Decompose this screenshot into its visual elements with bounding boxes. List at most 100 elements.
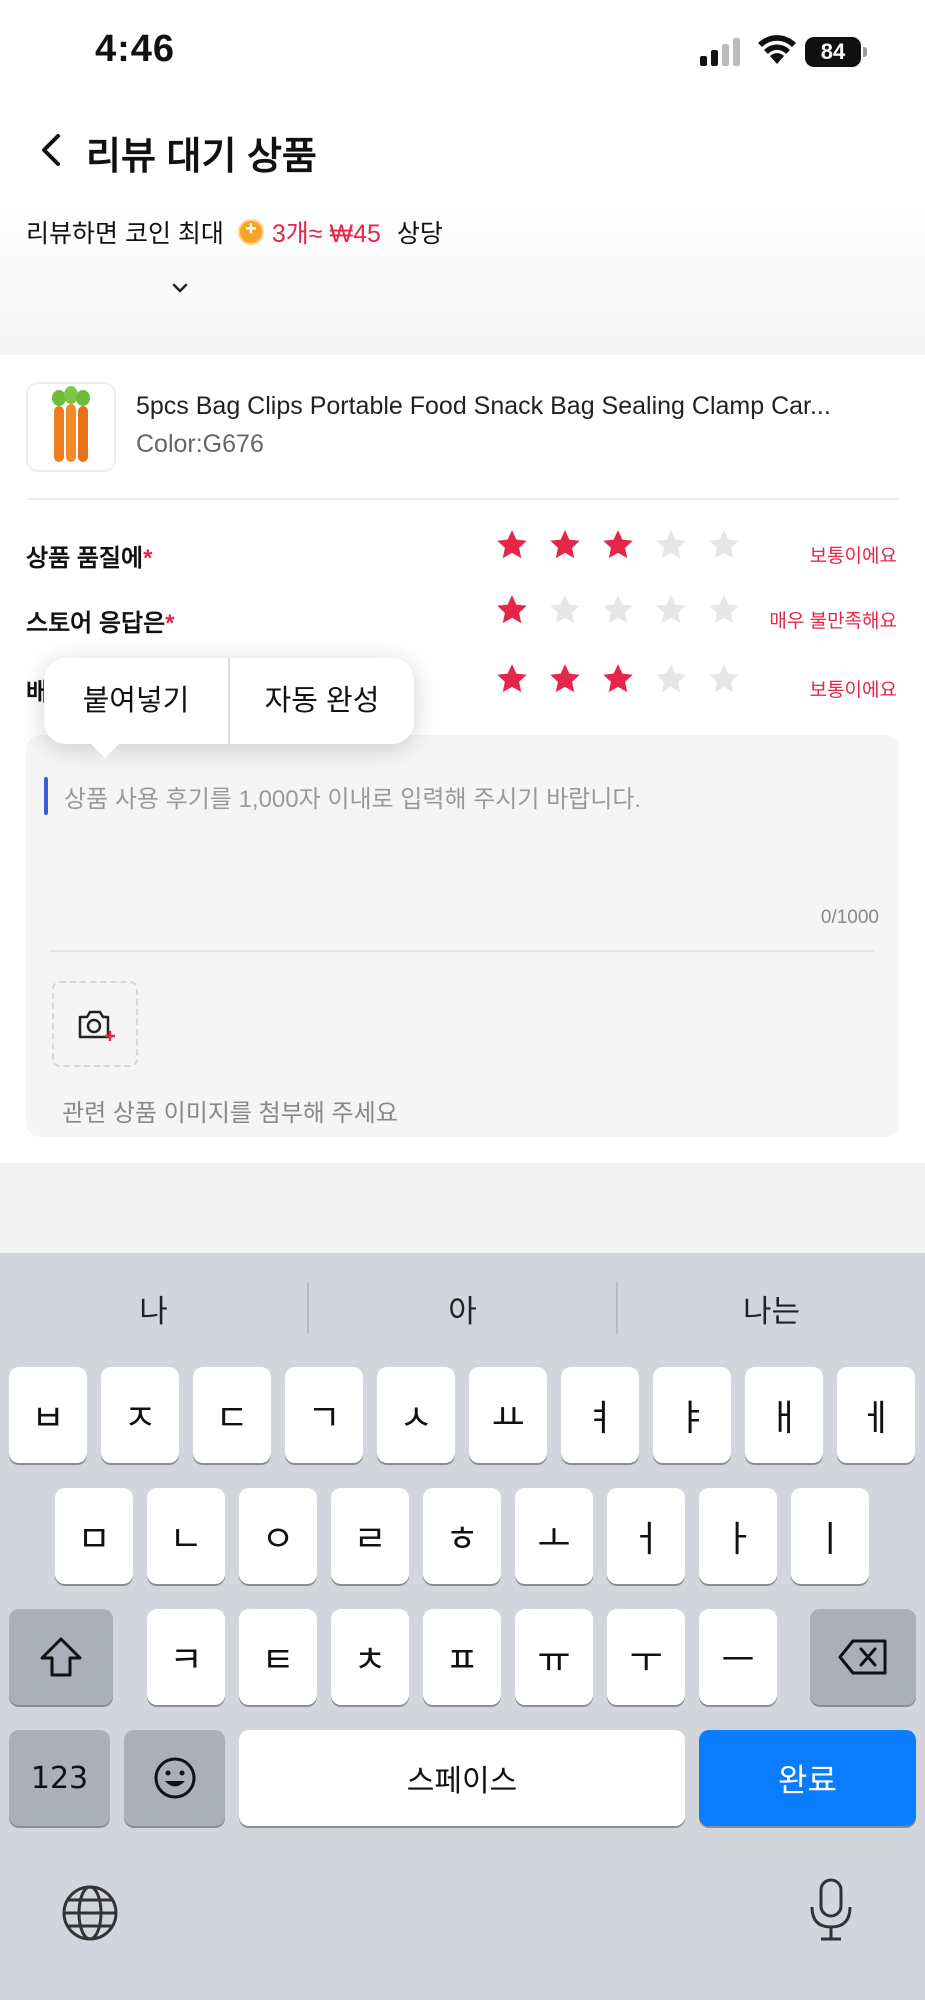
key[interactable]: ㅓ <box>607 1488 685 1584</box>
star-filled-icon[interactable] <box>495 528 529 562</box>
key[interactable]: ㄷ <box>193 1367 271 1463</box>
suggestion-bar: 나 아 나는 <box>0 1253 925 1363</box>
suggestion-item[interactable]: 나 <box>0 1286 307 1331</box>
star-empty-icon[interactable] <box>654 662 688 696</box>
star-filled-icon[interactable] <box>548 662 582 696</box>
camera-icon <box>78 1010 115 1041</box>
rating-text: 보통이에요 <box>809 680 897 701</box>
key[interactable]: ㅐ <box>745 1367 823 1463</box>
key[interactable]: ㄱ <box>285 1367 363 1463</box>
star-filled-icon[interactable] <box>601 662 635 696</box>
product-variant: Color:G676 <box>136 430 264 458</box>
star-filled-icon[interactable] <box>548 528 582 562</box>
globe-icon[interactable] <box>60 1883 120 1943</box>
review-placeholder: 상품 사용 후기를 1,000자 이내로 입력해 주시기 바랍니다. <box>64 786 642 813</box>
star-rating[interactable] <box>495 593 755 637</box>
star-rating[interactable] <box>495 528 755 572</box>
star-empty-icon[interactable] <box>548 593 582 627</box>
key[interactable]: ㅣ <box>791 1488 869 1584</box>
star-filled-icon[interactable] <box>495 662 529 696</box>
microphone-icon[interactable] <box>806 1877 856 1943</box>
add-photo-button[interactable] <box>52 981 138 1067</box>
key[interactable]: ㅕ <box>561 1367 639 1463</box>
suggestion-item[interactable]: 나는 <box>618 1286 925 1331</box>
attach-image-hint: 관련 상품 이미지를 첨부해 주세요 <box>62 1100 398 1127</box>
key[interactable]: ㅇ <box>239 1488 317 1584</box>
key[interactable]: ㅍ <box>423 1609 501 1705</box>
emoji-icon <box>154 1757 195 1799</box>
key[interactable]: ㅏ <box>699 1488 777 1584</box>
key[interactable]: ㅠ <box>515 1609 593 1705</box>
rating-row-store: 스토어 응답은* 매우 불만족해요 <box>0 593 925 643</box>
done-key[interactable]: 완료 <box>699 1730 916 1826</box>
background-band <box>0 1163 925 1253</box>
review-textarea[interactable]: 상품 사용 후기를 1,000자 이내로 입력해 주시기 바랍니다. 0/100… <box>26 735 899 1137</box>
divider <box>50 950 875 952</box>
rating-label: 상품 품질에* <box>26 545 153 572</box>
divider <box>26 498 899 500</box>
suggestion-item[interactable]: 아 <box>309 1286 616 1331</box>
product-title: 5pcs Bag Clips Portable Food Snack Bag S… <box>136 392 831 420</box>
korean-keyboard: 나 아 나는 ㅂ ㅈ ㄷ ㄱ ㅅ ㅛ ㅕ ㅑ ㅐ ㅔ ㅁ ㄴ ㅇ ㄹ ㅎ ㅗ ㅓ… <box>0 1253 925 2000</box>
rating-text: 보통이에요 <box>809 546 897 567</box>
key[interactable]: ㅅ <box>377 1367 455 1463</box>
chevron-down-icon[interactable] <box>170 278 190 298</box>
character-counter: 0/1000 <box>820 907 879 928</box>
text-cursor <box>44 777 48 815</box>
status-bar: 4:46 84 <box>0 0 925 100</box>
key[interactable]: ㅑ <box>653 1367 731 1463</box>
battery-level: 84 <box>805 37 861 67</box>
key[interactable]: ㄴ <box>147 1488 225 1584</box>
star-rating[interactable] <box>495 662 755 706</box>
rating-label: 스토어 응답은* <box>26 610 175 637</box>
key[interactable]: ㅔ <box>837 1367 915 1463</box>
promo-banner: 리뷰하면 코인 최대 3개≈ ₩45 상당 <box>0 200 925 355</box>
key[interactable]: ㄹ <box>331 1488 409 1584</box>
star-filled-icon[interactable] <box>601 528 635 562</box>
header: 리뷰 대기 상품 <box>0 110 925 190</box>
battery-icon: 84 <box>805 37 867 67</box>
emoji-key[interactable] <box>124 1730 225 1826</box>
page-title: 리뷰 대기 상품 <box>86 136 317 178</box>
promo-prefix: 리뷰하면 코인 최대 <box>26 220 224 248</box>
backspace-key[interactable] <box>810 1609 916 1705</box>
star-empty-icon[interactable] <box>707 662 741 696</box>
space-key[interactable]: 스페이스 <box>239 1730 685 1826</box>
star-empty-icon[interactable] <box>654 593 688 627</box>
promo-reward: 3개≈ ₩45 <box>271 220 381 248</box>
promo-suffix: 상당 <box>396 220 443 248</box>
product-thumbnail <box>26 382 116 472</box>
paste-menu-item[interactable]: 붙여넣기 <box>44 658 228 744</box>
key[interactable]: ㅗ <box>515 1488 593 1584</box>
star-empty-icon[interactable] <box>601 593 635 627</box>
shift-key[interactable] <box>9 1609 113 1705</box>
rating-row-quality: 상품 품질에* 보통이에요 <box>0 528 925 578</box>
key[interactable]: ㅌ <box>239 1609 317 1705</box>
star-empty-icon[interactable] <box>707 528 741 562</box>
promo-line: 리뷰하면 코인 최대 3개≈ ₩45 상당 <box>26 214 443 250</box>
backspace-icon <box>838 1639 887 1675</box>
star-filled-icon[interactable] <box>495 593 529 627</box>
numbers-key[interactable]: 123 <box>9 1730 110 1826</box>
key[interactable]: ㅛ <box>469 1367 547 1463</box>
product-row: 5pcs Bag Clips Portable Food Snack Bag S… <box>0 380 925 480</box>
edit-menu-popup: 붙여넣기 자동 완성 <box>44 658 414 758</box>
coin-icon <box>237 218 264 245</box>
rating-text: 매우 불만족해요 <box>769 611 897 632</box>
status-time: 4:46 <box>95 28 176 70</box>
wifi-icon <box>758 35 796 64</box>
key[interactable]: ㅋ <box>147 1609 225 1705</box>
key[interactable]: ㅜ <box>607 1609 685 1705</box>
key[interactable]: ㅂ <box>9 1367 87 1463</box>
key[interactable]: ㅁ <box>55 1488 133 1584</box>
star-empty-icon[interactable] <box>707 593 741 627</box>
autofill-menu-item[interactable]: 자동 완성 <box>230 658 414 744</box>
key[interactable]: ㅡ <box>699 1609 777 1705</box>
back-chevron-icon[interactable] <box>34 130 70 170</box>
cellular-signal-icon <box>700 38 740 66</box>
popup-pointer <box>89 742 121 758</box>
key[interactable]: ㅎ <box>423 1488 501 1584</box>
star-empty-icon[interactable] <box>654 528 688 562</box>
key[interactable]: ㅊ <box>331 1609 409 1705</box>
key[interactable]: ㅈ <box>101 1367 179 1463</box>
